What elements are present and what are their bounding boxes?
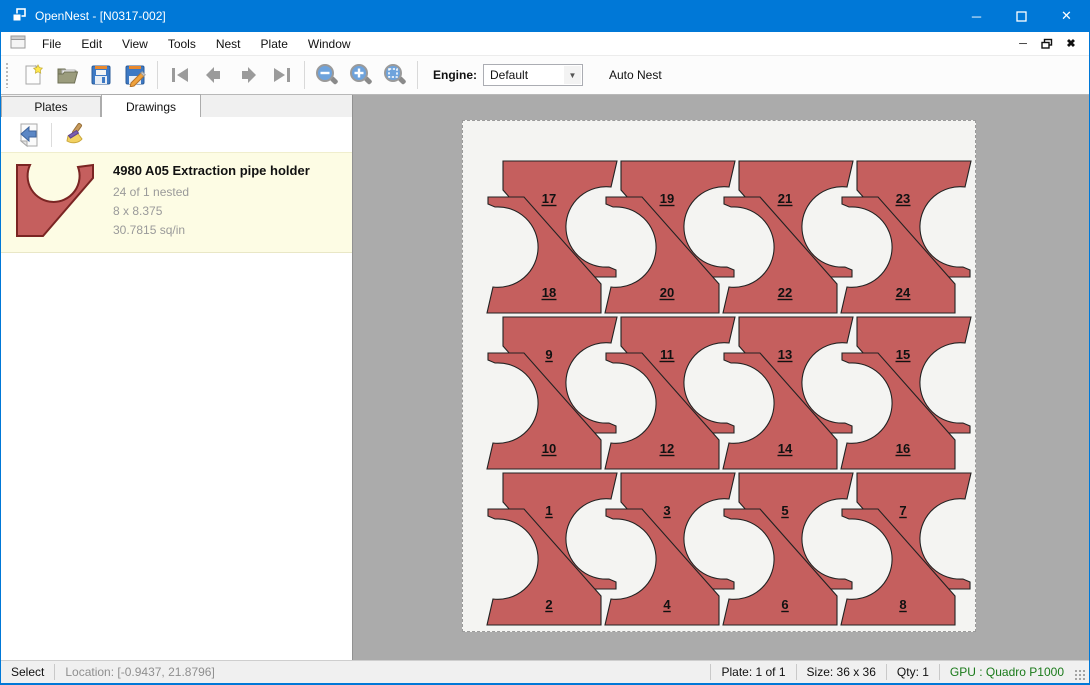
- part-number-label: 22: [778, 285, 792, 300]
- zoom-fit-button[interactable]: [378, 59, 412, 91]
- minimize-button[interactable]: ─: [954, 0, 999, 32]
- next-arrow-icon: [236, 65, 260, 85]
- tab-drawings[interactable]: Drawings: [101, 94, 201, 117]
- first-plate-button[interactable]: [163, 59, 197, 91]
- menu-window[interactable]: Window: [298, 34, 361, 54]
- zoom-in-icon: [348, 62, 374, 88]
- menu-nest[interactable]: Nest: [206, 34, 251, 54]
- auto-nest-button[interactable]: Auto Nest: [601, 64, 670, 86]
- engine-select[interactable]: Default ▼: [483, 64, 583, 86]
- part-number-label: 17: [542, 191, 556, 206]
- drawing-nested-count: 24 of 1 nested: [113, 185, 310, 199]
- menu-file[interactable]: File: [32, 34, 71, 54]
- part-number-label: 14: [778, 441, 793, 456]
- clear-drawings-button[interactable]: [58, 121, 90, 149]
- menu-plate[interactable]: Plate: [251, 34, 298, 54]
- mdi-close-icon[interactable]: ✖: [1063, 36, 1079, 52]
- resize-grip[interactable]: [1074, 669, 1086, 681]
- status-bar: Select Location: [-0.9437, 21.8796] Plat…: [1, 660, 1089, 683]
- status-location: Location: [-0.9437, 21.8796]: [55, 665, 224, 679]
- menu-bar: FileEditViewToolsNestPlateWindow ─ ✖: [1, 32, 1089, 56]
- left-panel: Plates Drawings: [1, 95, 353, 660]
- part-number-label: 1: [545, 503, 552, 518]
- app-icon: [11, 7, 27, 26]
- tab-plates[interactable]: Plates: [1, 96, 101, 117]
- zoom-out-icon: [314, 62, 340, 88]
- part-number-label: 9: [545, 347, 552, 362]
- save-as-icon: [123, 63, 147, 87]
- engine-value: Default: [490, 68, 528, 82]
- close-button[interactable]: ✕: [1044, 0, 1089, 32]
- next-plate-button[interactable]: [231, 59, 265, 91]
- broom-icon: [61, 122, 87, 148]
- import-drawing-button[interactable]: [13, 121, 45, 149]
- drawing-size: 8 x 8.375: [113, 204, 310, 218]
- last-plate-button[interactable]: [265, 59, 299, 91]
- page-arrow-left-icon: [17, 122, 41, 148]
- drawings-toolbar: [1, 118, 352, 152]
- part-number-label: 5: [781, 503, 788, 518]
- main-toolbar: Engine: Default ▼ Auto Nest: [1, 56, 1089, 95]
- document-window-icon: [10, 35, 26, 52]
- part-number-label: 3: [663, 503, 670, 518]
- last-arrow-icon: [270, 65, 294, 85]
- zoom-fit-icon: [382, 62, 408, 88]
- engine-label: Engine:: [433, 68, 477, 82]
- open-button[interactable]: [50, 59, 84, 91]
- part-number-label: 13: [778, 347, 792, 362]
- part-number-label: 12: [660, 441, 674, 456]
- new-button[interactable]: [16, 59, 50, 91]
- plate-sheet[interactable]: 171819202122232491011121314151612345678: [462, 120, 976, 632]
- window-title: OpenNest - [N0317-002]: [35, 9, 954, 23]
- status-qty: Qty: 1: [887, 665, 939, 679]
- menu-view[interactable]: View: [112, 34, 158, 54]
- mdi-minimize-icon[interactable]: ─: [1015, 36, 1031, 52]
- part-number-label: 15: [896, 347, 910, 362]
- drawing-list-item[interactable]: 4980 A05 Extraction pipe holder 24 of 1 …: [1, 152, 352, 253]
- first-arrow-icon: [168, 65, 192, 85]
- menu-tools[interactable]: Tools: [158, 34, 206, 54]
- save-icon: [89, 63, 113, 87]
- save-button[interactable]: [84, 59, 118, 91]
- part-number-label: 8: [899, 597, 906, 612]
- part-number-label: 11: [660, 347, 674, 362]
- open-folder-icon: [55, 63, 80, 87]
- status-gpu: GPU : Quadro P1000: [940, 665, 1074, 679]
- mdi-restore-icon[interactable]: [1039, 36, 1055, 52]
- drawing-area: 30.7815 sq/in: [113, 223, 310, 237]
- drawing-title: 4980 A05 Extraction pipe holder: [113, 163, 310, 178]
- part-number-label: 18: [542, 285, 556, 300]
- part-number-label: 20: [660, 285, 674, 300]
- toolbar-grip[interactable]: [5, 62, 10, 88]
- status-size: Size: 36 x 36: [797, 665, 886, 679]
- part-number-label: 10: [542, 441, 556, 456]
- part-thumbnail: [13, 161, 101, 239]
- maximize-button[interactable]: [999, 0, 1044, 32]
- previous-arrow-icon: [202, 65, 226, 85]
- part-number-label: 4: [663, 597, 671, 612]
- part-number-label: 23: [896, 191, 910, 206]
- new-file-icon: [21, 63, 45, 87]
- menu-edit[interactable]: Edit: [71, 34, 112, 54]
- status-plate: Plate: 1 of 1: [711, 665, 795, 679]
- nest-canvas[interactable]: 171819202122232491011121314151612345678: [353, 95, 1089, 660]
- drawings-list-empty-area: [1, 253, 352, 660]
- part-number-label: 19: [660, 191, 674, 206]
- zoom-out-button[interactable]: [310, 59, 344, 91]
- part-number-label: 6: [781, 597, 788, 612]
- part-number-label: 16: [896, 441, 910, 456]
- part-number-label: 7: [899, 503, 906, 518]
- part-number-label: 24: [896, 285, 911, 300]
- save-as-button[interactable]: [118, 59, 152, 91]
- opennest-window: OpenNest - [N0317-002] ─ ✕ FileEditViewT…: [0, 0, 1090, 685]
- part-number-label: 21: [778, 191, 792, 206]
- tab-strip: Plates Drawings: [1, 95, 352, 118]
- zoom-in-button[interactable]: [344, 59, 378, 91]
- previous-plate-button[interactable]: [197, 59, 231, 91]
- status-mode: Select: [1, 665, 54, 679]
- title-bar[interactable]: OpenNest - [N0317-002] ─ ✕: [1, 0, 1089, 32]
- chevron-down-icon[interactable]: ▼: [564, 66, 581, 84]
- part-number-label: 2: [545, 597, 552, 612]
